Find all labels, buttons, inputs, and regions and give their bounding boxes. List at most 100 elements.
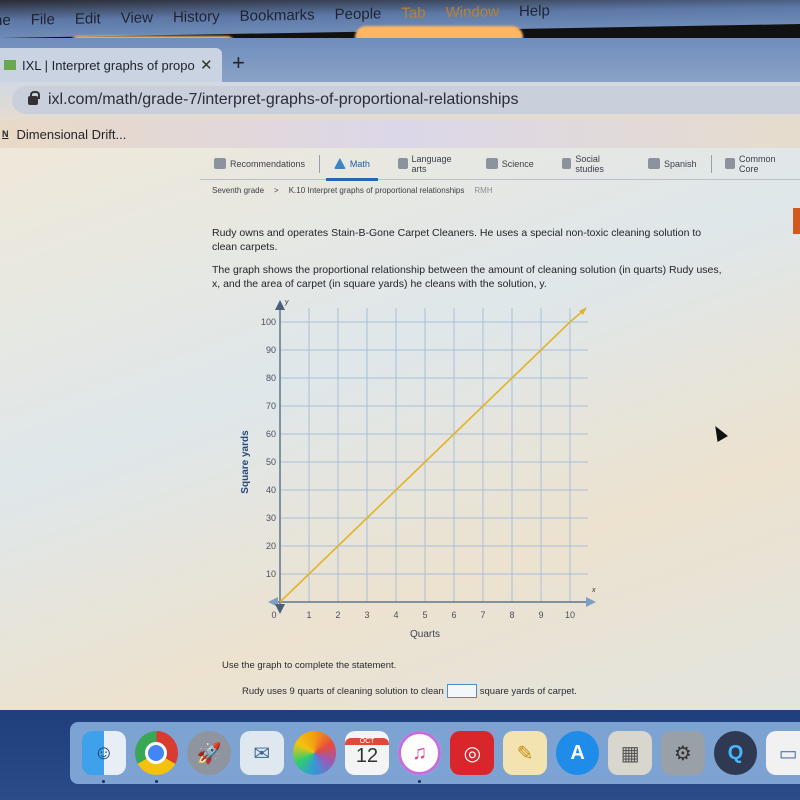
x-axis-letter: x [591, 587, 596, 594]
new-tab-button[interactable]: + [232, 50, 245, 76]
nav-language-arts[interactable]: Language arts [384, 148, 472, 180]
y-tick-label: 70 [266, 401, 276, 411]
quicktime-icon[interactable]: Q [713, 731, 758, 775]
music-app-icon[interactable]: ◎ [450, 731, 495, 775]
pages-icon[interactable]: ✎ [503, 731, 547, 775]
nav-spanish[interactable]: Spanish [634, 148, 711, 180]
x-tick-label: 4 [393, 610, 398, 620]
statement-after: square yards of carpet. [479, 685, 577, 697]
y-tick-label: 50 [266, 457, 276, 467]
nav-science[interactable]: Science [472, 148, 548, 180]
y-tick-label: 10 [266, 569, 276, 579]
system-preferences-icon[interactable]: ⚙ [661, 731, 705, 775]
menu-tab[interactable]: Tab [401, 5, 425, 22]
url-text: ixl.com/math/grade-7/interpret-graphs-of… [48, 91, 519, 108]
launchpad-glyph: 🚀 [196, 742, 222, 765]
x-tick-label: 2 [335, 610, 340, 620]
app-store-icon[interactable]: A [555, 731, 600, 775]
menu-window[interactable]: Window [446, 3, 499, 21]
nav-recommendations[interactable]: Recommendations [200, 148, 319, 180]
recommendations-icon [214, 158, 226, 169]
browser-tab[interactable]: IXL | Interpret graphs of propo ✕ [0, 48, 222, 82]
preview-icon[interactable]: ▭ [766, 731, 800, 775]
nav-social-studies[interactable]: Social studies [548, 148, 634, 180]
tab-title: IXL | Interpret graphs of propo [22, 57, 195, 73]
breadcrumb-grade[interactable]: Seventh grade [212, 186, 264, 195]
menu-view[interactable]: View [121, 9, 153, 27]
launchpad-icon[interactable]: 🚀 [187, 731, 231, 775]
browser-tab-strip: IXL | Interpret graphs of propo ✕ + [0, 38, 800, 82]
x-tick-label: 5 [422, 610, 427, 620]
nav-label: Math [349, 158, 370, 169]
y-tick-label: 40 [266, 485, 276, 495]
x-tick-label: 7 [480, 610, 485, 620]
question-paragraph-2: The graph shows the proportional relatio… [212, 264, 722, 290]
answer-input[interactable] [446, 684, 477, 698]
y-tick-label: 90 [266, 345, 276, 355]
mac-dock: ☺ 🚀 ✉ OCT 12 ♫ ◎ ✎ A ▦ ⚙ Q ▭ [70, 722, 800, 784]
close-tab-icon[interactable]: ✕ [200, 56, 222, 74]
finder-glyph: ☺ [93, 741, 115, 764]
nav-label: Science [501, 158, 534, 169]
fill-in-statement: Rudy uses 9 quarts of cleaning solution … [242, 684, 577, 698]
x-tick-label: 10 [565, 610, 575, 620]
nav-label: Recommendations [230, 158, 306, 169]
ixl-favicon [4, 60, 16, 70]
calculator-glyph: ▦ [620, 742, 640, 765]
calculator-icon[interactable]: ▦ [608, 731, 653, 775]
mail-icon[interactable]: ✉ [239, 731, 284, 775]
language-arts-icon [397, 158, 408, 169]
menu-edit[interactable]: Edit [75, 10, 101, 27]
x-tick-label: 6 [451, 610, 456, 620]
y-tick-label: 100 [261, 317, 276, 327]
bookmark-favicon: N [2, 129, 9, 139]
social-studies-icon [561, 158, 572, 169]
y-tick-label: 60 [266, 429, 276, 439]
ixl-page: Recommendations Math Language arts Scien… [0, 148, 800, 716]
statement-before: Rudy uses 9 quarts of cleaning solution … [242, 685, 444, 697]
gear-icon: ⚙ [673, 742, 692, 765]
lock-icon [28, 90, 40, 105]
itunes-icon[interactable]: ♫ [397, 731, 442, 783]
menu-history[interactable]: History [173, 8, 220, 26]
nav-math[interactable]: Math [320, 148, 384, 181]
calendar-day: 12 [355, 745, 379, 767]
calendar-icon[interactable]: OCT 12 [345, 731, 389, 775]
menu-help[interactable]: Help [519, 2, 550, 20]
browser-toolbar: ixl.com/math/grade-7/interpret-graphs-of… [0, 82, 800, 120]
nav-label: Common Core [738, 153, 776, 174]
nav-common-core[interactable]: Common Core [711, 148, 800, 180]
math-icon [333, 158, 346, 169]
y-axis-letter: y [284, 300, 289, 306]
subject-nav: Recommendations Math Language arts Scien… [200, 148, 800, 181]
question-paragraph-1: Rudy owns and operates Stain-B-Gone Carp… [212, 227, 702, 253]
nav-label: Language arts [411, 153, 452, 174]
music-app-glyph: ◎ [463, 742, 482, 765]
menu-bookmarks[interactable]: Bookmarks [240, 7, 315, 25]
x-tick-label: 3 [364, 610, 369, 620]
y-tick-label: 30 [266, 513, 276, 523]
instruction-text: Use the graph to complete the statement. [222, 660, 397, 671]
y-tick-label: 80 [266, 373, 276, 383]
x-tick-label: 8 [509, 610, 514, 620]
menu-app[interactable]: ne [0, 12, 11, 29]
x-axis-label: Quarts [410, 629, 440, 640]
menu-file[interactable]: File [31, 11, 55, 28]
question-text: Rudy owns and operates Stain-B-Gone Carp… [212, 226, 727, 300]
bookmark-item[interactable]: Dimensional Drift... [17, 127, 127, 142]
x-tick-label: 9 [538, 610, 543, 620]
y-tick-label: 20 [266, 541, 276, 551]
finder-icon[interactable]: ☺ [82, 731, 126, 783]
pages-glyph: ✎ [516, 742, 534, 765]
menu-people[interactable]: People [335, 5, 382, 23]
chrome-icon[interactable] [134, 731, 179, 783]
running-indicator [102, 780, 105, 783]
side-tab[interactable] [793, 208, 800, 234]
spanish-icon [647, 158, 660, 169]
calendar-month: OCT [345, 738, 389, 745]
x-tick-label: 0 [271, 610, 276, 620]
mail-glyph: ✉ [253, 742, 271, 765]
photos-icon[interactable] [292, 731, 337, 775]
address-bar[interactable]: ixl.com/math/grade-7/interpret-graphs-of… [12, 86, 800, 114]
quicktime-glyph: Q [727, 741, 744, 764]
